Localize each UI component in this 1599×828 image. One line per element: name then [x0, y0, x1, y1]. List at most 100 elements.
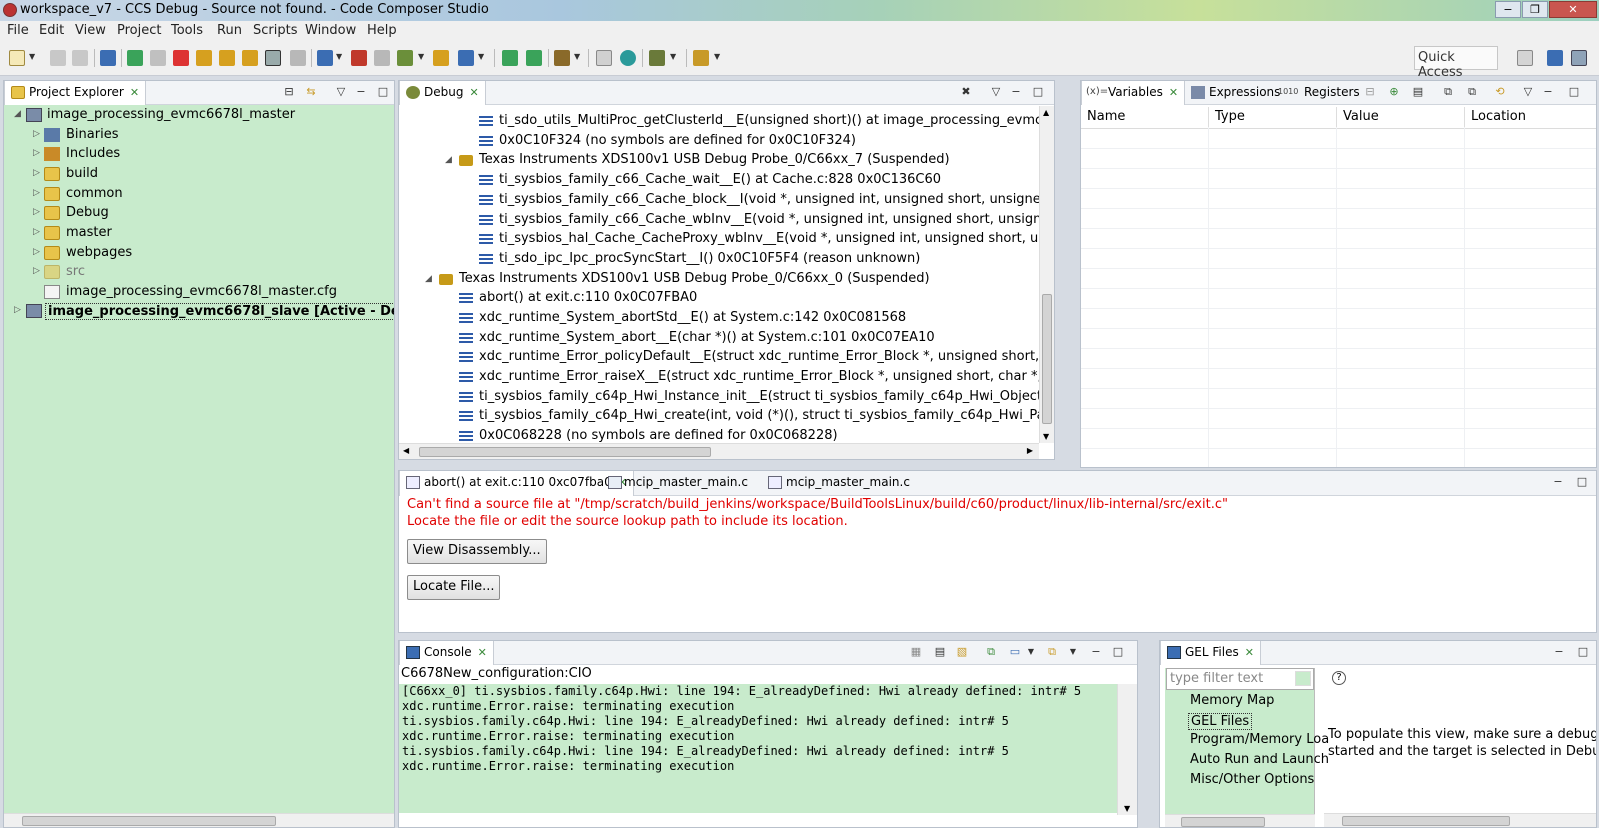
column-type[interactable]: Type [1209, 107, 1337, 127]
tab-editor-mcip-main-2[interactable]: mcip_master_main.c [762, 471, 916, 495]
horizontal-scrollbar[interactable] [1165, 814, 1315, 827]
word-wrap-icon[interactable]: ▧ [955, 646, 969, 658]
breakpoint-icon[interactable] [351, 50, 367, 66]
help-icon[interactable]: ? [1332, 671, 1346, 685]
scroll-down-icon[interactable]: ▼ [1043, 432, 1049, 441]
build-icon[interactable] [554, 50, 570, 66]
minimize-view-icon[interactable]: − [1541, 86, 1555, 98]
column-value[interactable]: Value [1337, 107, 1465, 127]
minimize-view-icon[interactable]: − [1552, 646, 1566, 658]
tab-variables[interactable]: (x)= Variables ✕ [1081, 81, 1186, 105]
reset-icon[interactable] [502, 50, 518, 66]
maximize-view-icon[interactable]: □ [1576, 646, 1590, 658]
tab-editor-mcip-main-1[interactable]: mcip_master_main.c [602, 471, 754, 495]
console-output[interactable]: [C66xx_0] ti.sysbios.family.c64p.Hwi: li… [399, 684, 1117, 813]
add-icon[interactable]: ⊕ [1387, 86, 1401, 98]
debug-perspective-icon[interactable] [1571, 50, 1587, 66]
menu-scripts[interactable]: Scripts [253, 23, 297, 38]
new-window-icon[interactable]: ⧉ [1441, 86, 1455, 98]
chevron-down-icon[interactable]: ▼ [1024, 646, 1038, 658]
tab-debug[interactable]: Debug ✕ [399, 81, 486, 105]
gel-item-program-memory[interactable]: Program/Memory Loa [1190, 732, 1329, 747]
close-icon[interactable]: ✕ [469, 86, 478, 99]
collapse-icon[interactable]: ⊟ [1363, 86, 1377, 98]
target-icon[interactable] [397, 50, 413, 66]
clear-filter-icon[interactable] [1295, 671, 1311, 686]
display-console-icon[interactable]: ▭ [1008, 646, 1022, 658]
load-program-icon[interactable] [433, 50, 449, 66]
chevron-down-icon[interactable]: ▼ [418, 52, 424, 61]
chevron-down-icon[interactable]: ▼ [1066, 646, 1080, 658]
connect-icon[interactable] [317, 50, 333, 66]
debug-config-icon[interactable] [649, 50, 665, 66]
chevron-down-icon[interactable]: ▼ [574, 52, 580, 61]
gel-item-gel-files[interactable]: GEL Files [1188, 713, 1253, 730]
scroll-thumb[interactable] [1181, 817, 1265, 827]
remove-breakpoints-icon[interactable] [374, 50, 390, 66]
layout-icon[interactable]: ▤ [1411, 86, 1425, 98]
collapse-arrow-icon[interactable]: ▷ [33, 247, 40, 257]
tab-expressions[interactable]: Expressions [1185, 81, 1286, 105]
view-disassembly-button[interactable]: View Disassembly... [407, 539, 547, 564]
scroll-down-icon[interactable]: ▼ [1124, 804, 1130, 813]
refresh-icon[interactable]: ⟲ [1493, 86, 1507, 98]
collapse-arrow-icon[interactable]: ▷ [33, 188, 40, 198]
pin-icon[interactable] [693, 50, 709, 66]
step-over-icon[interactable] [219, 50, 235, 66]
filter-input[interactable]: type filter text [1166, 668, 1314, 690]
expand-arrow-icon[interactable]: ◢ [14, 109, 21, 119]
step-return-icon[interactable] [242, 50, 258, 66]
debug-view-icon[interactable] [100, 50, 116, 66]
collapse-arrow-icon[interactable]: ▷ [33, 266, 40, 276]
close-icon[interactable]: ✕ [130, 86, 139, 99]
restart-icon[interactable] [458, 50, 474, 66]
step-into-icon[interactable] [196, 50, 212, 66]
close-icon[interactable]: ✕ [478, 646, 487, 659]
close-icon[interactable]: ✕ [1245, 646, 1254, 659]
search-icon[interactable] [620, 50, 636, 66]
tab-registers[interactable]: 1010 Registers [1274, 81, 1366, 105]
horizontal-scrollbar[interactable]: ◀ ▶ [399, 443, 1039, 459]
view-menu-icon[interactable]: ▽ [989, 86, 1003, 98]
minimize-view-icon[interactable]: − [1089, 646, 1103, 658]
column-location[interactable]: Location [1465, 107, 1596, 127]
suspend-icon[interactable] [150, 50, 166, 66]
chevron-down-icon[interactable]: ▼ [336, 52, 342, 61]
minimize-view-icon[interactable]: − [354, 86, 368, 98]
collapse-arrow-icon[interactable]: ▷ [33, 168, 40, 178]
edit-perspective-icon[interactable] [1547, 50, 1563, 66]
scroll-lock-icon[interactable]: ▤ [933, 646, 947, 658]
window-icon[interactable] [596, 50, 612, 66]
menu-help[interactable]: Help [367, 23, 397, 38]
view-menu-icon[interactable]: ▽ [334, 86, 348, 98]
step-icon[interactable] [290, 50, 306, 66]
gel-item-misc[interactable]: Misc/Other Options [1190, 772, 1314, 787]
minimize-view-icon[interactable]: − [1009, 86, 1023, 98]
maximize-button[interactable]: ❐ [1522, 1, 1548, 18]
quick-access-input[interactable]: Quick Access [1414, 46, 1498, 80]
horizontal-scrollbar[interactable] [1324, 813, 1596, 827]
maximize-view-icon[interactable]: □ [1575, 476, 1589, 488]
menu-project[interactable]: Project [117, 23, 161, 38]
open-perspective-icon[interactable] [1517, 50, 1533, 66]
terminate-icon[interactable] [173, 50, 189, 66]
link-editor-icon[interactable]: ⇆ [304, 86, 318, 98]
gel-item-memory-map[interactable]: Memory Map [1190, 693, 1274, 708]
menu-window[interactable]: Window [305, 23, 356, 38]
remove-terminated-icon[interactable]: ✖ [959, 86, 973, 98]
menu-view[interactable]: View [75, 23, 106, 38]
tab-project-explorer[interactable]: Project Explorer ✕ [4, 81, 147, 105]
minimize-view-icon[interactable]: − [1551, 476, 1565, 488]
collapse-arrow-icon[interactable]: ▷ [14, 305, 21, 315]
expand-arrow-icon[interactable]: ◢ [425, 274, 432, 284]
view-menu-icon[interactable]: ▽ [1521, 86, 1535, 98]
chevron-down-icon[interactable]: ▼ [29, 52, 35, 61]
pin-console-icon[interactable]: ⧉ [984, 646, 998, 658]
menu-edit[interactable]: Edit [39, 23, 64, 38]
vertical-scrollbar[interactable]: ▼ [1117, 684, 1137, 815]
column-name[interactable]: Name [1081, 107, 1209, 127]
chevron-down-icon[interactable]: ▼ [478, 52, 484, 61]
new-icon[interactable] [9, 50, 25, 66]
chevron-down-icon[interactable]: ▼ [714, 52, 720, 61]
scroll-left-icon[interactable]: ◀ [403, 446, 409, 455]
